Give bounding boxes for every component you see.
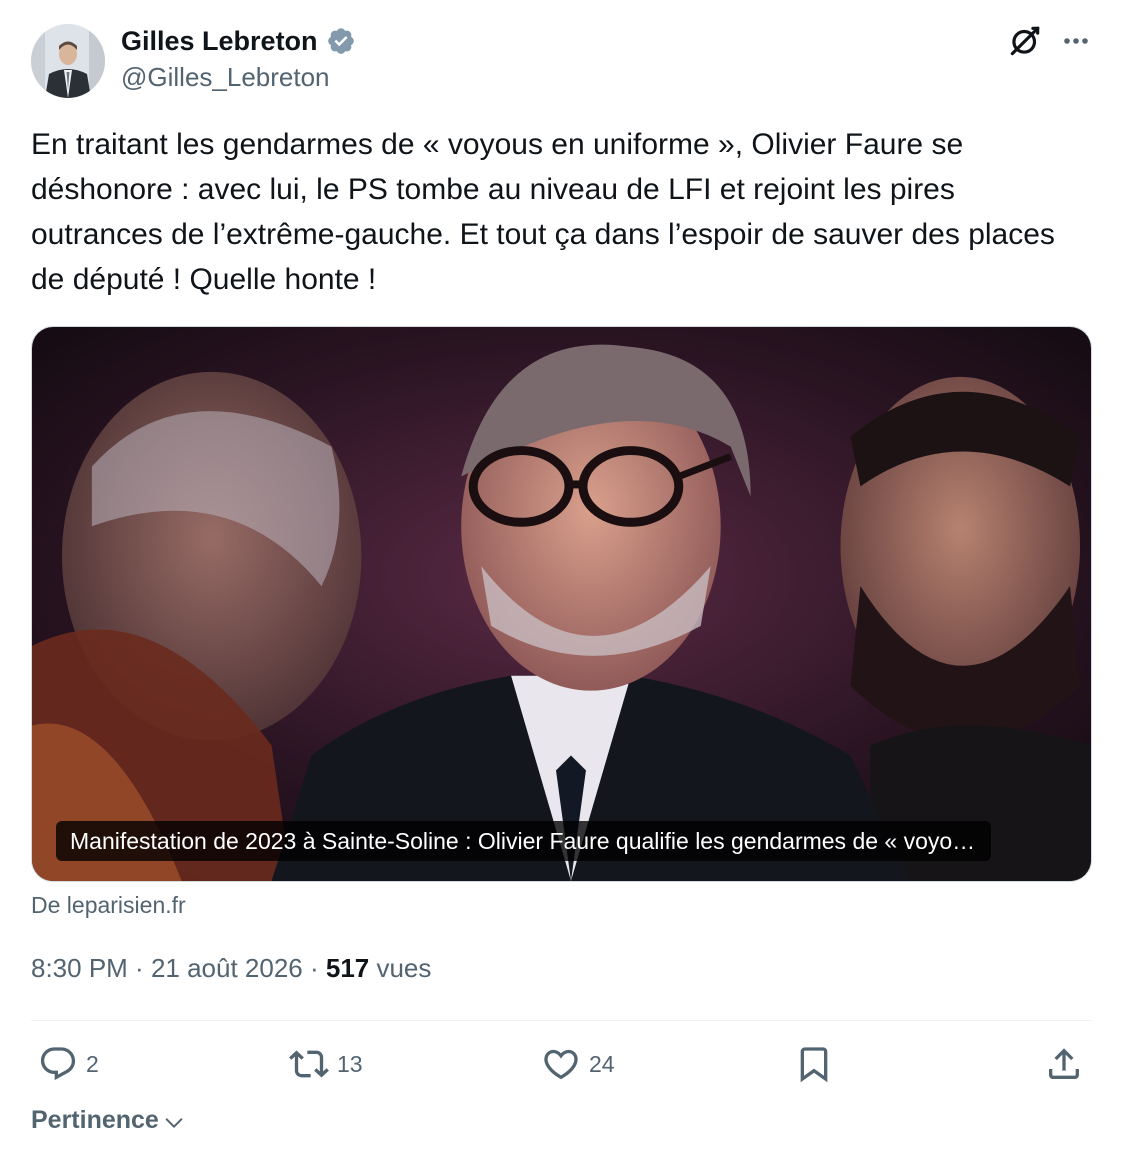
- divider: [31, 1020, 1092, 1021]
- repost-count: 13: [337, 1050, 363, 1077]
- author-handle[interactable]: @Gilles_Lebreton: [121, 62, 330, 93]
- avatar-image: [31, 24, 105, 98]
- author-name-row[interactable]: Gilles Lebreton: [121, 24, 356, 58]
- bookmark-button[interactable]: [794, 1042, 834, 1086]
- tweet-text: En traitant les gendarmes de « voyous en…: [31, 128, 1064, 296]
- reply-button[interactable]: 2: [38, 1042, 99, 1086]
- views-count: 517: [325, 953, 370, 983]
- share-icon: [1049, 1048, 1079, 1079]
- link-card[interactable]: Manifestation de 2023 à Sainte-Soline : …: [31, 326, 1092, 882]
- reply-icon: [40, 1047, 76, 1081]
- bookmark-icon: [800, 1047, 828, 1083]
- grok-icon[interactable]: [1006, 22, 1044, 60]
- tweet-date[interactable]: 21 août 2026: [151, 953, 303, 983]
- chevron-down-icon: [165, 1117, 183, 1128]
- display-name[interactable]: Gilles Lebreton: [121, 26, 318, 57]
- like-icon: [544, 1049, 578, 1080]
- more-icon[interactable]: [1058, 26, 1094, 56]
- tweet-meta: 8:30 PM · 21 août 2026 · 517 vues: [31, 953, 431, 984]
- card-photo: [32, 327, 1091, 881]
- verified-badge-icon: [327, 28, 354, 54]
- share-button[interactable]: [1044, 1042, 1084, 1086]
- avatar[interactable]: [31, 24, 105, 98]
- tweet-time[interactable]: 8:30 PM: [31, 953, 128, 983]
- repost-icon: [289, 1050, 329, 1078]
- card-source[interactable]: De leparisien.fr: [31, 892, 186, 919]
- sort-label: Pertinence: [31, 1106, 159, 1134]
- card-caption: Manifestation de 2023 à Sainte-Soline : …: [56, 821, 992, 861]
- reply-count: 2: [86, 1050, 99, 1077]
- meta-separator-2: ·: [302, 953, 326, 983]
- meta-separator: ·: [127, 953, 151, 983]
- like-button[interactable]: 24: [541, 1042, 615, 1086]
- repost-button[interactable]: 13: [289, 1042, 363, 1086]
- sort-dropdown[interactable]: Pertinence: [31, 1106, 185, 1135]
- like-count: 24: [589, 1050, 615, 1077]
- tweet-detail: Gilles Lebreton @Gilles_Lebreton En trai…: [0, 0, 1123, 1162]
- views-label: vues: [369, 953, 432, 983]
